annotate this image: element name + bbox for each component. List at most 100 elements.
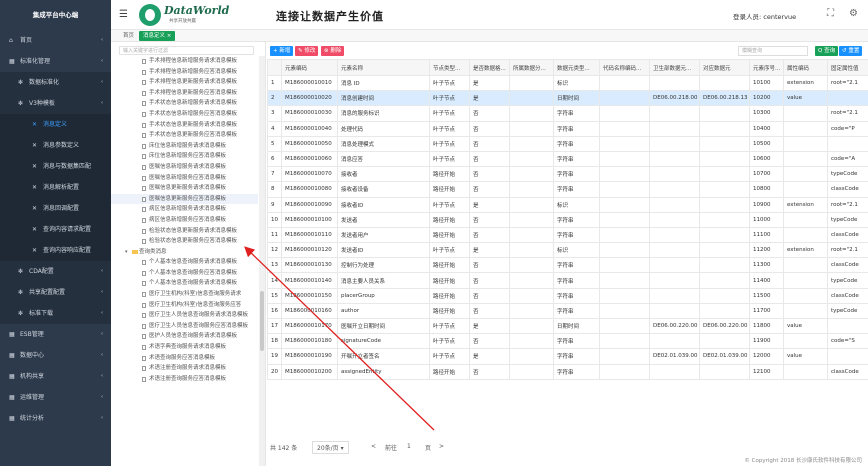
page-input[interactable]: 1 (407, 443, 411, 450)
sidebar-item-6[interactable]: ✕ 消息与数据集匹配 (0, 156, 111, 177)
column-header[interactable]: 固定属性值 (827, 59, 868, 76)
sidebar-item-13[interactable]: ✻ 标准下载 ‹ (0, 303, 111, 324)
table-row[interactable]: 13 M186000010130 控制行为处理 路径开始否 字符串 11300 classC… (267, 257, 868, 274)
table-row[interactable]: 1 M186000010010 消息 ID 叶子节点是 标识 10100 extension… (267, 74, 868, 92)
tree-node[interactable]: 医嘱信息新增服务应答消息模板 (111, 173, 258, 184)
tree-folder[interactable]: ▾ 查询类消息 (111, 247, 258, 258)
settings-icon[interactable]: ⚙ (849, 8, 858, 19)
tree-node[interactable]: 床位信息新增服务请求消息模板 (111, 141, 258, 152)
table-row[interactable]: 3 M186000010030 消息的服务标识 叶子节点否 字符串 10300 root="… (267, 105, 868, 122)
table-row[interactable]: 15 M186000010150 placerGroup 路径开始否 字符串 11500 c… (267, 287, 868, 304)
table-row[interactable]: 7 M186000010070 接收者 路径开始否 字符串 10700 typeCode (267, 166, 868, 183)
column-header[interactable]: 元素编码 (281, 59, 338, 76)
tree-node[interactable]: 医疗卫生人员信息查询服务请求消息模板 (111, 310, 258, 321)
tree-node[interactable]: 医护人员信息查询服务请求消息模板 (111, 331, 258, 342)
sidebar-item-4[interactable]: ✕ 消息定义 (0, 114, 111, 135)
query-button[interactable]: Q 查询 (815, 46, 839, 56)
sidebar-item-9[interactable]: ✕ 查询内容请求配置 (0, 219, 111, 240)
tree-node[interactable]: 术语查询服务应答消息模板 (111, 353, 258, 364)
column-header[interactable]: 属性编码 (783, 59, 828, 76)
reset-button[interactable]: ↺ 重置 (839, 46, 863, 56)
fullscreen-icon[interactable]: ⛶ (827, 8, 834, 19)
tree-node[interactable]: 手术状态信息更新服务应答消息模板 (111, 130, 258, 141)
tree-node[interactable]: 医嘱信息更新服务请求消息模板 (111, 183, 258, 194)
tree-node[interactable]: 个人基本信息查询服务请求消息模板 (111, 257, 258, 268)
sidebar-item-7[interactable]: ✕ 消息解析配置 (0, 177, 111, 198)
table-row[interactable]: 18 M186000010180 signatureCode 叶子节点否 字符串 1190… (267, 333, 868, 350)
table-row[interactable]: 20 M186000010200 assignedEntity 路径开始否 字符串 121… (267, 363, 868, 380)
tree-node[interactable]: 检验状态信息更新服务请求消息模板 (111, 226, 258, 237)
tree-node[interactable]: 床位信息新增服务应答消息模板 (111, 151, 258, 162)
column-header[interactable]: 节点类型... (429, 59, 470, 76)
column-header[interactable] (267, 59, 282, 76)
table-row[interactable]: 2 M186000010020 消息创建时间 叶子节点是 日期时间 DE06.00.218… (267, 90, 868, 107)
sidebar-item-11[interactable]: ✻ CDA配置 ‹ (0, 261, 111, 282)
tree-node[interactable]: 手术排程信息新增服务请求消息模板 (111, 56, 258, 67)
column-header[interactable]: 卫生部数据元... (649, 59, 700, 76)
tree-node[interactable]: 医疗卫生机构(科室)信息查询服务应答 (111, 300, 258, 311)
tab-home[interactable]: 首页 (119, 31, 138, 41)
delete-button[interactable]: ⊗ 删除 (321, 46, 345, 56)
sidebar-item-16[interactable]: ▦ 机构共享 ‹ (0, 366, 111, 387)
sidebar-item-3[interactable]: ✻ V3种模板 ‹ (0, 93, 111, 114)
tree-node[interactable]: 个人基本信息查询服务请求消息模板 (111, 278, 258, 289)
table-row[interactable]: 6 M186000010060 消息应答 叶子节点否 字符串 10600 code="A (267, 150, 868, 168)
table-row[interactable]: 14 M186000010140 消息主要人员关系 路径开始否 字符串 11400 type… (267, 272, 868, 289)
table-row[interactable]: 4 M186000010040 处理代码 叶子节点否 字符串 10400 code="P (267, 120, 868, 137)
prev-page-button[interactable]: < (371, 443, 376, 450)
table-row[interactable]: 10 M186000010100 发送者 路径开始否 字符串 11000 typeCode (267, 211, 868, 228)
search-input[interactable]: 模糊查询 (738, 46, 808, 56)
page-size-select[interactable]: 20条/页 ▾ (312, 441, 349, 454)
column-header[interactable]: 元素名称 (337, 59, 430, 76)
column-header[interactable]: 对应数据元 (699, 59, 750, 76)
tree-node[interactable]: 术语字典查询服务请求消息模板 (111, 342, 258, 353)
column-header[interactable]: 数据元类型... (553, 59, 600, 76)
sidebar-item-10[interactable]: ✕ 查询内容响应配置 (0, 240, 111, 261)
tree-node[interactable]: 病区信息新增服务请求消息模板 (111, 204, 258, 215)
add-button[interactable]: + 新增 (270, 46, 294, 56)
column-header[interactable]: 所属数据分... (509, 59, 554, 76)
tree-node[interactable]: 手术状态信息新增服务应答消息模板 (111, 109, 258, 120)
sidebar-item-15[interactable]: ▦ 数据中心 ‹ (0, 345, 111, 366)
column-header[interactable]: 元素序号... (749, 59, 784, 76)
next-page-button[interactable]: > (439, 443, 444, 450)
table-row[interactable]: 19 M186000010190 开嘱开立者签名 叶子节点是 字符串 DE02.01.03… (267, 348, 868, 365)
tree-node[interactable]: 医疗卫生人员信息查询服务应答消息模板 (111, 321, 258, 332)
sidebar-item-0[interactable]: ⌂ 首页 ‹ (0, 30, 111, 51)
sidebar-item-12[interactable]: ✻ 共享配置配置 ‹ (0, 282, 111, 303)
tree-node[interactable]: 医嘱信息更新服务应答消息模板 (111, 193, 258, 205)
sidebar-item-18[interactable]: ▦ 统计分析 ‹ (0, 408, 111, 429)
column-header[interactable]: 是否数据格... (469, 59, 510, 76)
column-header[interactable]: 代码名称编码... (599, 59, 650, 76)
sidebar-item-17[interactable]: ▦ 运维管理 ‹ (0, 387, 111, 408)
tree-filter-input[interactable]: 输入关键字进行过滤 (119, 46, 254, 55)
tree-node[interactable]: 术语注册查询服务应答消息模板 (111, 374, 258, 385)
sidebar-item-5[interactable]: ✕ 消息参数定义 (0, 135, 111, 156)
sidebar-item-1[interactable]: ▦ 标准化管理 ‹ (0, 51, 111, 72)
edit-button[interactable]: ✎ 修改 (295, 46, 319, 56)
tree-node[interactable]: 手术排程信息更新服务应答消息模板 (111, 88, 258, 99)
tree-node[interactable]: 检验状态信息更新服务应答消息模板 (111, 236, 258, 247)
tab-message-definition[interactable]: 消息定义 × (139, 31, 176, 41)
tree-node[interactable]: 个人基本信息查询服务应答消息模板 (111, 268, 258, 279)
table-row[interactable]: 12 M186000010120 发送者ID 叶子节点是 标识 11200 extensio… (267, 242, 868, 259)
sidebar-item-8[interactable]: ✕ 消息回调配置 (0, 198, 111, 219)
tree-node[interactable]: 医嘱信息新增服务请求消息模板 (111, 162, 258, 173)
tree-node[interactable]: 病区信息新增服务应答消息模板 (111, 215, 258, 226)
tree-node[interactable]: 手术排程信息更新服务请求消息模板 (111, 77, 258, 88)
tree-node[interactable]: 手术状态信息更新服务请求消息模板 (111, 120, 258, 131)
table-row[interactable]: 5 M186000010050 消息处理模式 叶子节点否 字符串 10500 (267, 135, 868, 152)
hamburger-icon[interactable]: ☰ (119, 9, 128, 20)
tree-node[interactable]: 手术状态信息新增服务请求消息模板 (111, 98, 258, 109)
table-row[interactable]: 16 M186000010160 author 路径开始否 字符串 11700 typeCo… (267, 302, 868, 320)
table-row[interactable]: 8 M186000010080 接收者设备 路径开始否 字符串 10800 classCod… (267, 181, 868, 198)
table-row[interactable]: 17 M186000010170 医嘱开立日期时间 叶子节点是 日期时间 DE06.00.… (267, 317, 868, 335)
tree-node[interactable]: 术语注册查询服务请求消息模板 (111, 363, 258, 374)
tree-scroll-thumb[interactable] (260, 291, 264, 351)
table-row[interactable]: 11 M186000010110 发送者用户 路径开始否 字符串 11100 classCo… (267, 226, 868, 244)
sidebar-item-2[interactable]: ✻ 数据标准化 ‹ (0, 72, 111, 93)
table-row[interactable]: 9 M186000010090 接收者ID 叶子节点是 标识 10900 extension… (267, 196, 868, 213)
tree-node[interactable]: 医疗卫生机构(科室)信息查询服务请求 (111, 289, 258, 300)
tree-node[interactable]: 手术排程信息新增服务应答消息模板 (111, 67, 258, 78)
sidebar-item-14[interactable]: ▦ ESB管理 ‹ (0, 324, 111, 345)
